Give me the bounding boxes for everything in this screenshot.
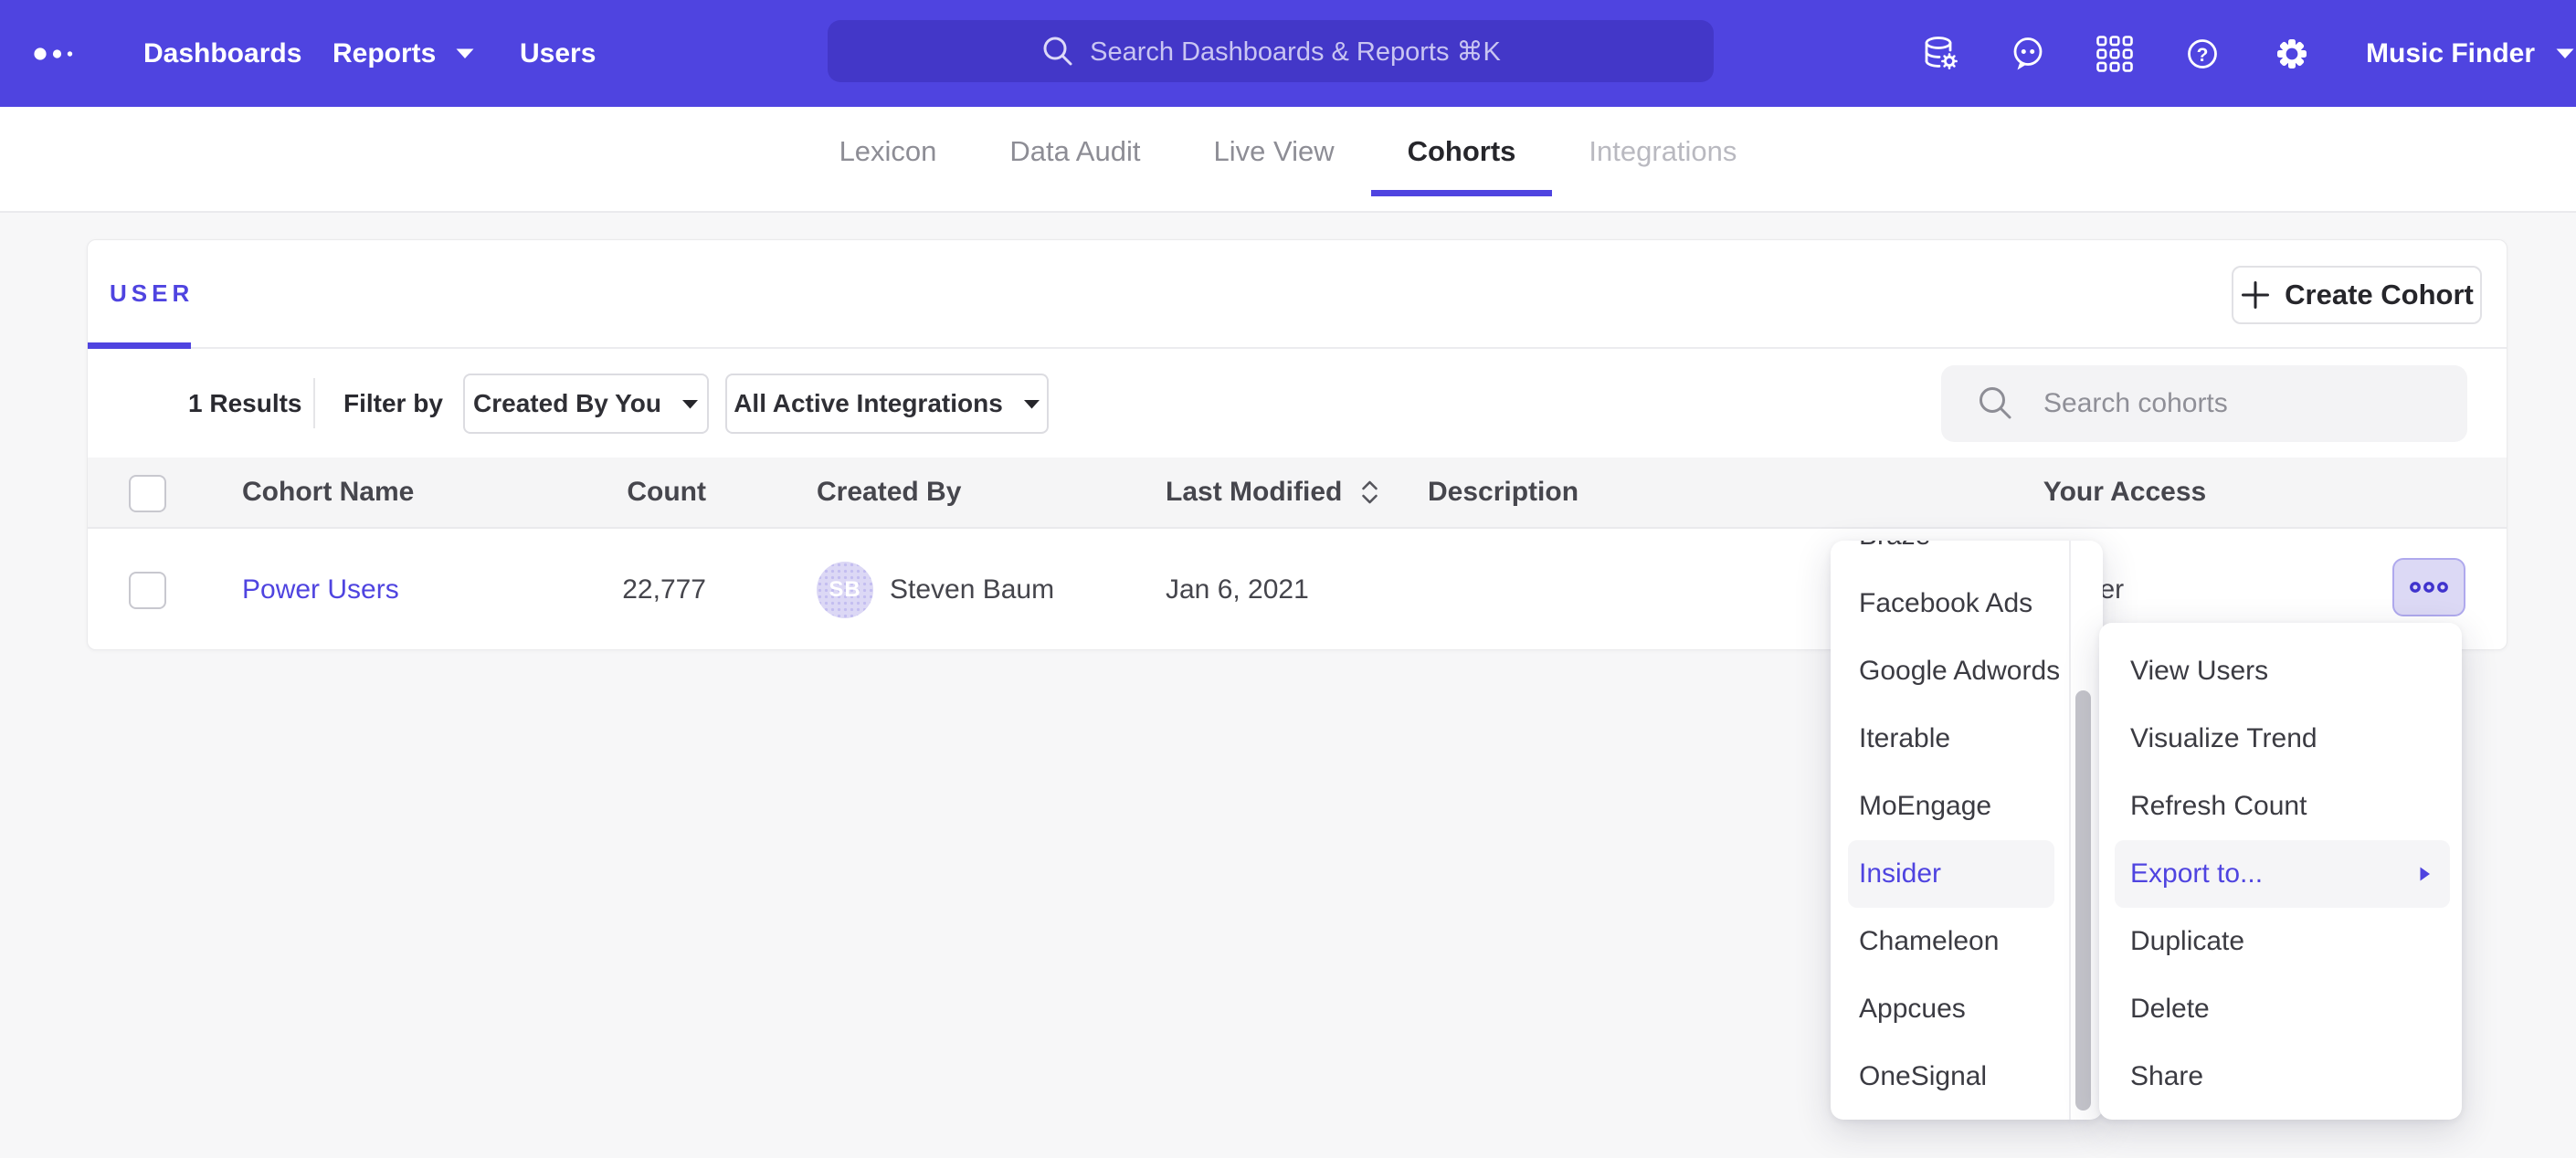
nav-item-reports[interactable]: Reports — [333, 0, 475, 107]
integrations-filter-label: All Active Integrations — [734, 389, 1003, 418]
submenu-item-facebook-ads[interactable]: Facebook Ads — [1848, 570, 2054, 637]
cohort-name-link[interactable]: Power Users — [242, 574, 399, 605]
nav-item-dashboards-label: Dashboards — [143, 38, 301, 69]
column-header-count[interactable]: Count — [458, 458, 706, 527]
menu-item-duplicate[interactable]: Duplicate — [2115, 908, 2450, 975]
nav-item-reports-label: Reports — [333, 38, 436, 69]
cohorts-card-header: USER Create Cohort — [88, 240, 2507, 349]
nav-item-users[interactable]: Users — [520, 0, 596, 107]
cohort-search-input[interactable] — [2043, 388, 2409, 419]
avatar: SB — [817, 562, 873, 618]
active-tab-underline — [1371, 190, 1553, 196]
tab-user-cohorts[interactable]: USER — [88, 240, 216, 347]
caret-down-icon — [681, 399, 699, 409]
scrollbar-thumb[interactable] — [2075, 690, 2091, 1111]
menu-item-visualize-trend[interactable]: Visualize Trend — [2115, 705, 2450, 773]
cohorts-card: USER Create Cohort 1 Results Filter by C… — [87, 239, 2507, 650]
column-header-last-modified[interactable]: Last Modified — [1166, 458, 1379, 527]
tab-lexicon-label: Lexicon — [839, 135, 937, 168]
settings-gear-icon[interactable] — [2272, 0, 2312, 107]
submenu-item-google-adwords[interactable]: Google Adwords — [1848, 637, 2054, 705]
data-management-icon[interactable] — [1921, 0, 1961, 107]
select-all-checkbox[interactable] — [129, 475, 166, 512]
tab-live-view[interactable]: Live View — [1177, 107, 1370, 196]
chevron-down-icon — [2555, 47, 2575, 59]
results-count: 1 Results — [188, 349, 302, 458]
submenu-item-chameleon[interactable]: Chameleon — [1848, 908, 2054, 975]
cohort-count-cell: 22,777 — [458, 529, 706, 651]
submenu-item-onesignal[interactable]: OneSignal — [1848, 1043, 2054, 1111]
submenu-item-insider[interactable]: Insider — [1848, 840, 2054, 908]
row-more-actions-button[interactable] — [2392, 558, 2465, 616]
mixpanel-logo-icon[interactable] — [33, 0, 77, 107]
menu-item-view-users[interactable]: View Users — [2115, 637, 2450, 705]
column-header-description[interactable]: Description — [1428, 458, 1578, 527]
column-header-created-by[interactable]: Created By — [817, 458, 961, 527]
user-tab-underline — [88, 342, 191, 349]
data-tabs: Lexicon Data Audit Live View Cohorts Int… — [0, 107, 2576, 196]
menu-item-delete[interactable]: Delete — [2115, 975, 2450, 1043]
export-destination-submenu: Braze Facebook Ads Google Adwords Iterab… — [1831, 541, 2103, 1120]
export-submenu-scroll-area: Braze Facebook Ads Google Adwords Iterab… — [1831, 541, 2069, 1120]
sort-icon — [1360, 479, 1379, 506]
tab-cohorts-label: Cohorts — [1408, 135, 1516, 168]
menu-item-share[interactable]: Share — [2115, 1043, 2450, 1111]
cohort-name-cell: Power Users — [242, 529, 399, 651]
tab-user-label: USER — [110, 279, 194, 308]
submenu-item-iterable[interactable]: Iterable — [1848, 705, 2054, 773]
created-by-filter-dropdown[interactable]: Created By You — [463, 374, 709, 434]
tab-lexicon[interactable]: Lexicon — [803, 107, 974, 196]
caret-down-icon — [1023, 399, 1040, 409]
secondary-navbar: Lexicon Data Audit Live View Cohorts Int… — [0, 107, 2576, 213]
column-header-your-access[interactable]: Your Access — [2015, 458, 2234, 527]
row-context-menu: View Users Visualize Trend Refresh Count… — [2099, 623, 2462, 1120]
created-by-name: Steven Baum — [890, 574, 1054, 605]
filter-by-label: Filter by — [343, 349, 443, 458]
tab-integrations[interactable]: Integrations — [1552, 107, 1773, 196]
tab-integrations-label: Integrations — [1589, 135, 1737, 168]
submenu-item-moengage[interactable]: MoEngage — [1848, 773, 2054, 840]
chevron-down-icon — [455, 47, 475, 59]
created-by-cell: SB Steven Baum — [817, 529, 1054, 651]
project-name: Music Finder — [2366, 38, 2535, 69]
nav-item-users-label: Users — [520, 38, 596, 69]
tab-cohorts[interactable]: Cohorts — [1371, 107, 1553, 196]
created-by-filter-label: Created By You — [473, 389, 661, 418]
filter-row: 1 Results Filter by Created By You All A… — [88, 349, 2507, 458]
tab-live-view-label: Live View — [1213, 135, 1334, 168]
svg-text:?: ? — [2197, 45, 2209, 66]
row-checkbox[interactable] — [129, 572, 166, 609]
tab-data-audit[interactable]: Data Audit — [973, 107, 1177, 196]
column-header-cohort-name[interactable]: Cohort Name — [242, 458, 414, 527]
project-selector[interactable]: Music Finder — [2366, 0, 2575, 107]
submenu-item-appcues[interactable]: Appcues — [1848, 975, 2054, 1043]
integrations-filter-dropdown[interactable]: All Active Integrations — [725, 374, 1049, 434]
table-header: Cohort Name Count Created By Last Modifi… — [88, 458, 2507, 529]
submenu-item-braze[interactable]: Braze — [1848, 541, 2054, 570]
vertical-divider — [313, 378, 315, 428]
search-icon — [1976, 384, 2016, 424]
feedback-icon[interactable] — [2008, 0, 2048, 107]
nav-item-dashboards[interactable]: Dashboards — [143, 0, 301, 107]
global-search-placeholder: Search Dashboards & Reports ⌘K — [1090, 36, 1501, 68]
scrollbar-track-divider — [2069, 541, 2071, 1120]
menu-item-export-to[interactable]: Export to... — [2115, 840, 2450, 908]
submenu-arrow-icon — [2418, 865, 2432, 883]
last-modified-cell: Jan 6, 2021 — [1166, 529, 1309, 651]
menu-item-refresh-count[interactable]: Refresh Count — [2115, 773, 2450, 840]
create-cohort-button[interactable]: Create Cohort — [2232, 266, 2482, 324]
top-navbar: Dashboards Reports Users Search Dashboar… — [0, 0, 2576, 107]
cohort-search-field[interactable] — [1941, 365, 2467, 442]
search-icon — [1040, 34, 1075, 68]
three-dots-icon — [2407, 576, 2451, 598]
tab-data-audit-label: Data Audit — [1009, 135, 1140, 168]
help-icon[interactable]: ? — [2182, 0, 2222, 107]
apps-grid-icon[interactable] — [2095, 0, 2135, 107]
plus-icon — [2240, 279, 2271, 311]
create-cohort-label: Create Cohort — [2285, 279, 2474, 311]
global-search-bar[interactable]: Search Dashboards & Reports ⌘K — [828, 20, 1714, 82]
